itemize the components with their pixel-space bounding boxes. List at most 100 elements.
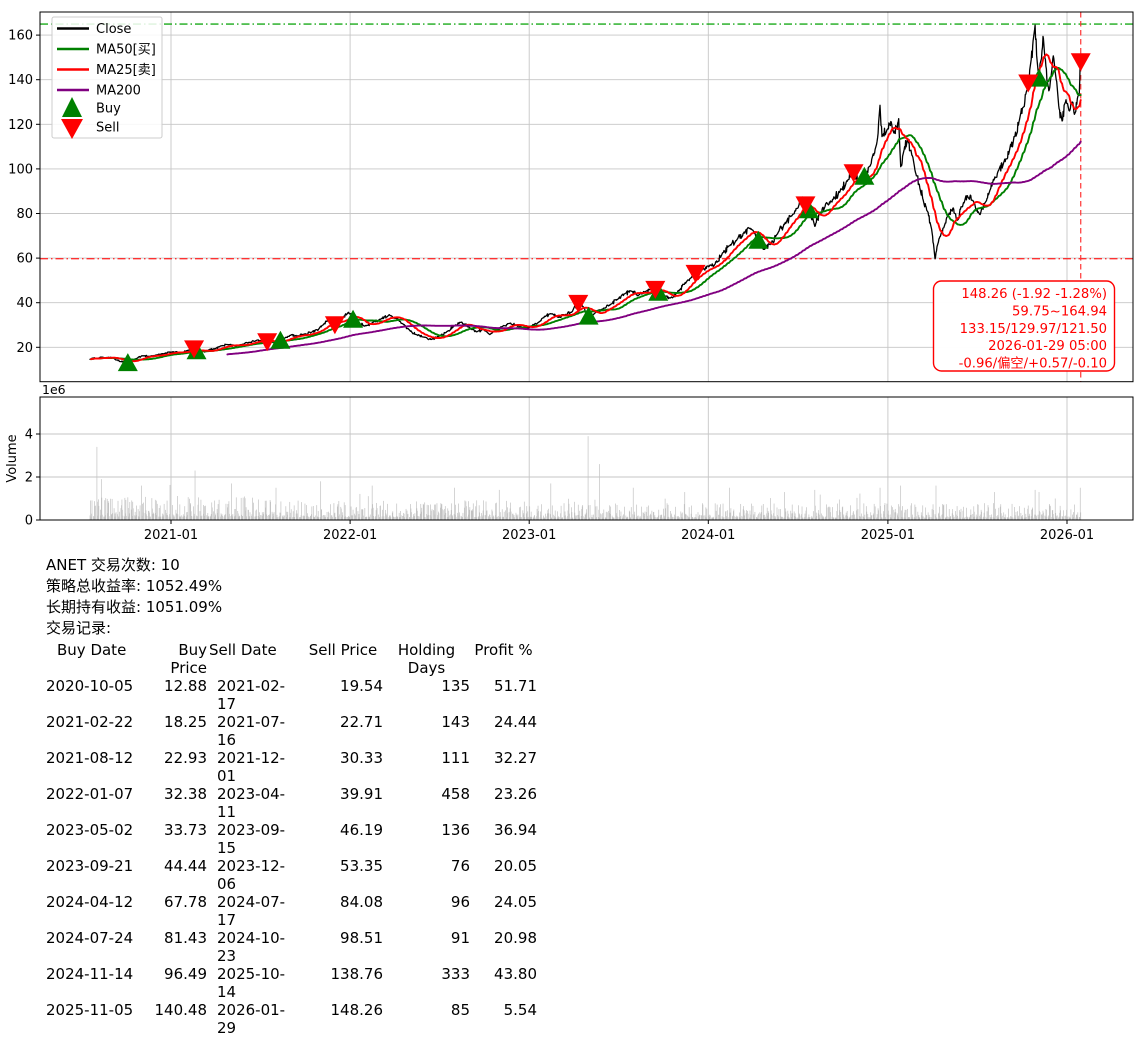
svg-text:120: 120 (8, 118, 33, 133)
trade-cell: 30.33 (303, 749, 383, 785)
svg-text:40: 40 (16, 296, 33, 311)
svg-text:Buy: Buy (96, 102, 121, 117)
trade-cell: 2023-09-15 (207, 821, 303, 857)
trade-cell: 2021-02-22 (46, 713, 146, 749)
trade-row: 2020-10-0512.882021-02-1719.5413551.71 (46, 677, 537, 713)
svg-text:-0.96/偏空/+0.57/-0.10: -0.96/偏空/+0.57/-0.10 (959, 356, 1107, 372)
svg-text:2022-01: 2022-01 (323, 528, 377, 543)
trade-cell: 22.93 (146, 749, 207, 785)
trade-rows: 2020-10-0512.882021-02-1719.5413551.7120… (46, 677, 537, 1037)
trade-cell: 140.48 (146, 1001, 207, 1037)
trade-row: 2025-11-05140.482026-01-29148.26855.54 (46, 1001, 537, 1037)
svg-text:MA200: MA200 (96, 84, 141, 99)
svg-text:2026-01-29 05:00: 2026-01-29 05:00 (988, 339, 1107, 354)
trade-cell: 2025-11-05 (46, 1001, 146, 1037)
svg-text:2025-01: 2025-01 (861, 528, 915, 543)
trade-cell: 91 (383, 929, 470, 965)
trade-cell: 98.51 (303, 929, 383, 965)
col-sell-price: Sell Price (303, 641, 383, 677)
trade-row: 2023-05-0233.732023-09-1546.1913636.94 (46, 821, 537, 857)
trade-cell: 51.71 (470, 677, 537, 713)
svg-text:148.26 (-1.92 -1.28%): 148.26 (-1.92 -1.28%) (961, 287, 1107, 302)
trade-cell: 143 (383, 713, 470, 749)
trade-cell: 33.73 (146, 821, 207, 857)
trade-cell: 111 (383, 749, 470, 785)
svg-text:160: 160 (8, 29, 33, 44)
trade-cell: 2025-10-14 (207, 965, 303, 1001)
trade-cell: 458 (383, 785, 470, 821)
trade-cell: 39.91 (303, 785, 383, 821)
svg-text:2023-01: 2023-01 (502, 528, 556, 543)
trade-cell: 2023-04-11 (207, 785, 303, 821)
trade-cell: 23.26 (470, 785, 537, 821)
col-buy-date: Buy Date (46, 641, 146, 677)
svg-text:2026-01: 2026-01 (1040, 528, 1094, 543)
trade-cell: 36.94 (470, 821, 537, 857)
svg-text:100: 100 (8, 162, 33, 177)
strategy-chart: 204060801001201401600242021-012022-01202… (0, 0, 1139, 545)
trades-table-header: Buy Date Buy Price Sell Date Sell Price … (46, 641, 537, 677)
trade-cell: 2021-07-16 (207, 713, 303, 749)
trade-cell: 18.25 (146, 713, 207, 749)
trade-cell: 44.44 (146, 857, 207, 893)
trade-cell: 5.54 (470, 1001, 537, 1037)
price-annotation: 148.26 (-1.92 -1.28%) 59.75~164.94 133.15/… (934, 281, 1115, 372)
volume-bars (90, 436, 1081, 520)
trade-cell: 2021-12-01 (207, 749, 303, 785)
trade-cell: 32.27 (470, 749, 537, 785)
svg-text:59.75~164.94: 59.75~164.94 (1012, 304, 1107, 319)
svg-text:Close: Close (96, 22, 131, 37)
trade-cell: 2024-11-14 (46, 965, 146, 1001)
volume-panel-border (40, 397, 1133, 520)
trade-cell: 53.35 (303, 857, 383, 893)
trade-cell: 2020-10-05 (46, 677, 146, 713)
col-profit: Profit % (470, 641, 537, 677)
svg-text:20: 20 (16, 341, 33, 356)
trade-row: 2021-08-1222.932021-12-0130.3311132.27 (46, 749, 537, 785)
trade-row: 2024-04-1267.782024-07-1784.089624.05 (46, 893, 537, 929)
svg-text:1e6: 1e6 (42, 382, 66, 397)
trade-cell: 76 (383, 857, 470, 893)
stats-block: ANET 交易次数: 10 策略总收益率: 1052.49% 长期持有收益: 1… (46, 555, 222, 639)
trade-cell: 2023-05-02 (46, 821, 146, 857)
close-line (90, 25, 1081, 363)
trade-cell: 32.38 (146, 785, 207, 821)
gridlines (40, 12, 1133, 520)
svg-text:2021-01: 2021-01 (144, 528, 198, 543)
trade-cell: 24.44 (470, 713, 537, 749)
chart-svg: 204060801001201401600242021-012022-01202… (0, 0, 1139, 545)
trade-cell: 96 (383, 893, 470, 929)
trade-cell: 22.71 (303, 713, 383, 749)
trades-table: Buy Date Buy Price Sell Date Sell Price … (46, 641, 537, 1037)
trade-cell: 24.05 (470, 893, 537, 929)
col-buy-price: Buy Price (146, 641, 207, 677)
trade-cell: 136 (383, 821, 470, 857)
trade-cell: 2023-12-06 (207, 857, 303, 893)
records-heading: 交易记录: (46, 618, 222, 639)
trade-cell: 148.26 (303, 1001, 383, 1037)
trade-cell: 2024-07-17 (207, 893, 303, 929)
trade-cell: 19.54 (303, 677, 383, 713)
sell-marker (1071, 53, 1091, 71)
trade-cell: 2023-09-21 (46, 857, 146, 893)
trade-row: 2024-11-1496.492025-10-14138.7633343.80 (46, 965, 537, 1001)
svg-text:0: 0 (25, 514, 33, 529)
svg-text:133.15/129.97/121.50: 133.15/129.97/121.50 (960, 322, 1107, 337)
trade-cell: 2022-01-07 (46, 785, 146, 821)
trade-cell: 20.05 (470, 857, 537, 893)
svg-text:Volume: Volume (5, 434, 20, 482)
trade-cell: 84.08 (303, 893, 383, 929)
trade-cell: 333 (383, 965, 470, 1001)
trade-cell: 2024-07-24 (46, 929, 146, 965)
trade-cell: 138.76 (303, 965, 383, 1001)
trade-cell: 2021-08-12 (46, 749, 146, 785)
trade-row: 2023-09-2144.442023-12-0653.357620.05 (46, 857, 537, 893)
svg-text:60: 60 (16, 252, 33, 267)
trade-cell: 67.78 (146, 893, 207, 929)
svg-text:2: 2 (25, 471, 33, 486)
trade-cell: 135 (383, 677, 470, 713)
svg-text:80: 80 (16, 207, 33, 222)
trade-cell: 85 (383, 1001, 470, 1037)
trade-cell: 2021-02-17 (207, 677, 303, 713)
trade-cell: 43.80 (470, 965, 537, 1001)
